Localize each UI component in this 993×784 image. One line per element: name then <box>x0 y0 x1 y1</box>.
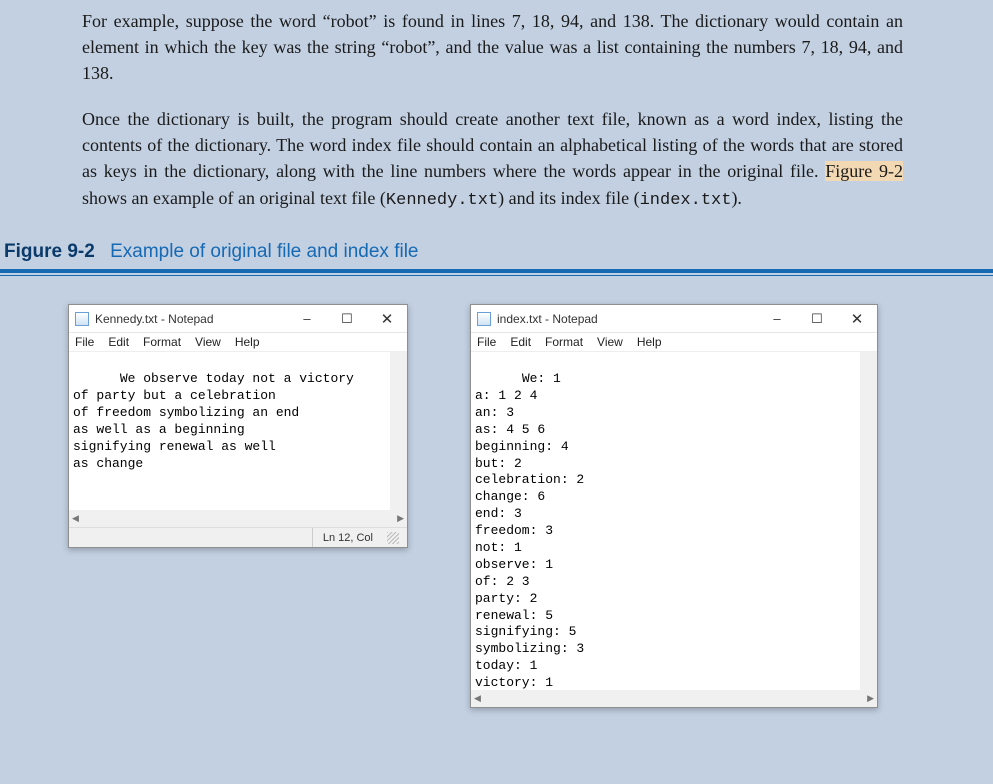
menubar-kennedy: File Edit Format View Help <box>69 333 407 352</box>
scroll-right-icon[interactable]: ▶ <box>397 513 404 524</box>
scroll-up-icon[interactable]: ▲ <box>394 353 403 362</box>
para2-text-b: shows an example of an original text fil… <box>82 188 386 208</box>
figure-number: Figure 9-2 <box>4 241 95 262</box>
window-title-kennedy: Kennedy.txt - Notepad <box>95 312 287 326</box>
menu-file[interactable]: File <box>477 335 496 349</box>
window-title-index: index.txt - Notepad <box>497 312 757 326</box>
scroll-down-icon[interactable]: ▼ <box>864 680 873 689</box>
para2-text-a: Once the dictionary is built, the progra… <box>82 109 903 181</box>
menu-file[interactable]: File <box>75 335 94 349</box>
menu-help[interactable]: Help <box>637 335 662 349</box>
minimize-button[interactable]: – <box>757 305 797 333</box>
figure-description: Example of original file and index file <box>100 241 418 262</box>
figure-ref-highlight: Figure 9-2 <box>825 161 903 181</box>
para2-text-d: ). <box>731 188 742 208</box>
menu-edit[interactable]: Edit <box>108 335 129 349</box>
status-position: Ln 12, Col <box>312 528 383 547</box>
scroll-up-icon[interactable]: ▲ <box>864 353 873 362</box>
text-content-index[interactable]: We: 1 a: 1 2 4 an: 3 as: 4 5 6 beginning… <box>471 352 877 690</box>
statusbar-kennedy: Ln 12, Col <box>69 527 407 547</box>
horizontal-scrollbar[interactable]: ◀ ▶ <box>471 690 877 707</box>
maximize-button[interactable]: ☐ <box>797 305 837 333</box>
menu-view[interactable]: View <box>195 335 221 349</box>
close-button[interactable]: ✕ <box>837 305 877 333</box>
kennedy-text: We observe today not a victory of party … <box>73 371 354 470</box>
scroll-down-icon[interactable]: ▼ <box>394 500 403 509</box>
minimize-button[interactable]: – <box>287 305 327 333</box>
figure-divider-thick <box>0 269 993 273</box>
scroll-right-icon[interactable]: ▶ <box>867 693 874 704</box>
para2-text-c: ) and its index file ( <box>498 188 639 208</box>
titlebar-kennedy[interactable]: Kennedy.txt - Notepad – ☐ ✕ <box>69 305 407 333</box>
notepad-icon <box>477 312 491 326</box>
menu-format[interactable]: Format <box>143 335 181 349</box>
maximize-button[interactable]: ☐ <box>327 305 367 333</box>
index-text: We: 1 a: 1 2 4 an: 3 as: 4 5 6 beginning… <box>475 371 584 690</box>
close-button[interactable]: ✕ <box>367 305 407 333</box>
titlebar-index[interactable]: index.txt - Notepad – ☐ ✕ <box>471 305 877 333</box>
menu-edit[interactable]: Edit <box>510 335 531 349</box>
menu-view[interactable]: View <box>597 335 623 349</box>
resize-grip-icon[interactable] <box>387 532 399 544</box>
horizontal-scrollbar[interactable]: ◀ ▶ <box>69 510 407 527</box>
menu-help[interactable]: Help <box>235 335 260 349</box>
text-content-kennedy[interactable]: We observe today not a victory of party … <box>69 352 407 510</box>
notepad-window-kennedy: Kennedy.txt - Notepad – ☐ ✕ File Edit Fo… <box>68 304 408 548</box>
filename-kennedy: Kennedy.txt <box>386 191 498 210</box>
scroll-left-icon[interactable]: ◀ <box>474 693 481 704</box>
menubar-index: File Edit Format View Help <box>471 333 877 352</box>
notepad-icon <box>75 312 89 326</box>
menu-format[interactable]: Format <box>545 335 583 349</box>
notepad-window-index: index.txt - Notepad – ☐ ✕ File Edit Form… <box>470 304 878 708</box>
paragraph-2: Once the dictionary is built, the progra… <box>0 98 993 225</box>
paragraph-1: For example, suppose the word “robot” is… <box>0 0 993 98</box>
figure-caption: Figure 9-2 Example of original file and … <box>0 225 993 269</box>
filename-index: index.txt <box>640 191 732 210</box>
scroll-left-icon[interactable]: ◀ <box>72 513 79 524</box>
